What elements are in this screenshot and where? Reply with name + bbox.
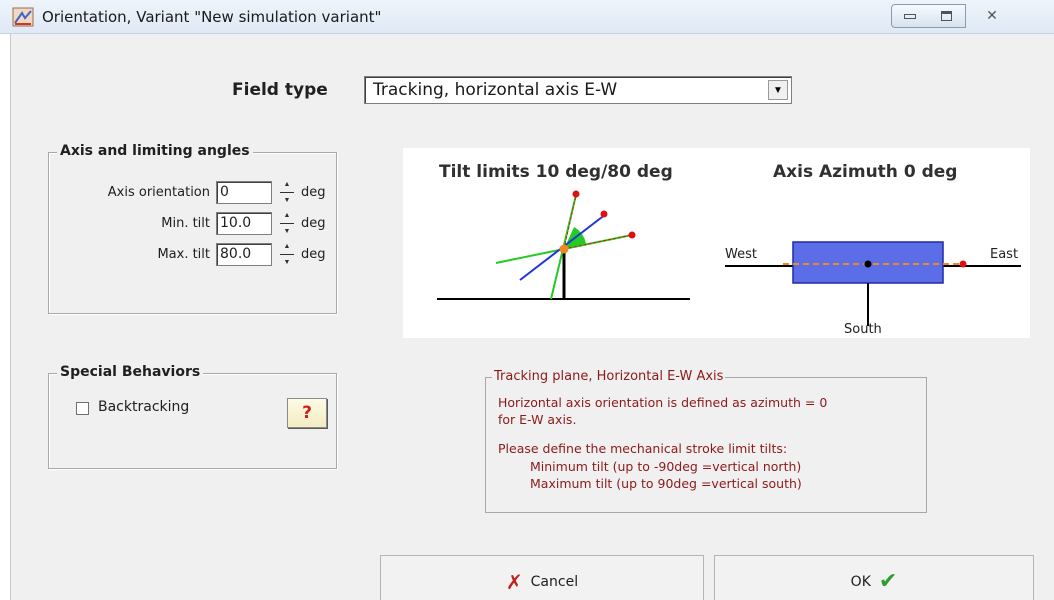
help-button[interactable]: ? [287, 398, 327, 428]
spin-down-icon[interactable]: ▼ [284, 228, 291, 235]
pivot-marker [559, 244, 569, 254]
axis-orientation-label: Axis orientation [107, 185, 210, 200]
field-type-label: Field type [232, 80, 328, 100]
tilt-diagram [437, 190, 1021, 326]
east-marker [959, 260, 967, 268]
spin-down-icon[interactable]: ▼ [284, 259, 291, 266]
axis-end-marker [600, 210, 608, 218]
minimize-button[interactable] [891, 4, 929, 28]
info-box: Tracking plane, Horizontal E-W Axis Hori… [485, 369, 927, 513]
checkmark-icon: ✔ [878, 569, 898, 594]
max-tilt-marker [572, 190, 580, 198]
close-icon: ✕ [986, 8, 998, 24]
backtracking-checkbox[interactable] [76, 402, 89, 415]
min-tilt-row: Min. tilt [60, 212, 210, 236]
close-button[interactable]: ✕ [966, 4, 1018, 28]
diagram-panel: Tilt limits 10 deg/80 deg Axis Azimuth 0… [403, 148, 1030, 338]
south-label: South [844, 322, 882, 337]
info-title: Tracking plane, Horizontal E-W Axis [492, 369, 726, 384]
ok-button[interactable]: OK ✔ [714, 555, 1034, 600]
info-line-5: Maximum tilt (up to 90deg =vertical sout… [530, 476, 802, 491]
center-marker [864, 260, 872, 268]
title-bar: Orientation, Variant "New simulation var… [0, 0, 1054, 34]
window-title: Orientation, Variant "New simulation var… [42, 8, 382, 26]
max-tilt-row: Max. tilt [60, 243, 210, 267]
axis-orientation-unit: deg [301, 185, 326, 200]
west-label: West [725, 247, 757, 262]
cancel-label: Cancel [530, 573, 579, 590]
app-icon [12, 7, 34, 27]
cancel-x-icon: ✗ [505, 569, 523, 594]
min-tilt-marker [628, 231, 636, 239]
spin-up-icon[interactable]: ▲ [284, 181, 291, 188]
spin-up-icon[interactable]: ▲ [284, 212, 291, 219]
help-icon: ? [302, 403, 312, 423]
min-tilt-input[interactable]: 10.0 [216, 212, 272, 235]
field-type-value: Tracking, horizontal axis E-W [373, 80, 618, 100]
axis-orientation-spinner[interactable]: ▲ ▼ [277, 181, 297, 204]
max-tilt-input[interactable]: 80.0 [216, 243, 272, 266]
ok-label: OK [850, 573, 871, 590]
special-behaviors-title: Special Behaviors [57, 364, 204, 380]
field-type-select[interactable]: Tracking, horizontal axis E-W ▼ [364, 76, 792, 104]
east-label: East [990, 247, 1019, 262]
info-line-3: Please define the mechanical stroke limi… [498, 441, 788, 456]
info-line-2: for E-W axis. [498, 412, 577, 427]
maximize-button[interactable] [928, 4, 966, 28]
axis-orientation-row: Axis orientation [60, 181, 210, 205]
max-tilt-spinner[interactable]: ▲ ▼ [277, 243, 297, 266]
max-tilt-unit: deg [301, 247, 326, 262]
backtracking-label[interactable]: Backtracking [98, 399, 189, 415]
info-line-4: Minimum tilt (up to -90deg =vertical nor… [530, 459, 802, 474]
minimize-icon [904, 13, 916, 19]
max-tilt-label: Max. tilt [157, 247, 210, 262]
cancel-button[interactable]: ✗ Cancel [380, 555, 704, 600]
min-tilt-unit: deg [301, 216, 326, 231]
min-tilt-spinner[interactable]: ▲ ▼ [277, 212, 297, 235]
spin-down-icon[interactable]: ▼ [284, 197, 291, 204]
min-tilt-label: Min. tilt [161, 216, 210, 231]
axis-orientation-input[interactable]: 0 [216, 181, 272, 204]
spin-up-icon[interactable]: ▲ [284, 243, 291, 250]
axis-angles-title: Axis and limiting angles [57, 143, 253, 159]
info-line-1: Horizontal axis orientation is defined a… [498, 395, 828, 410]
maximize-icon [941, 11, 952, 21]
chevron-down-icon[interactable]: ▼ [768, 80, 788, 100]
